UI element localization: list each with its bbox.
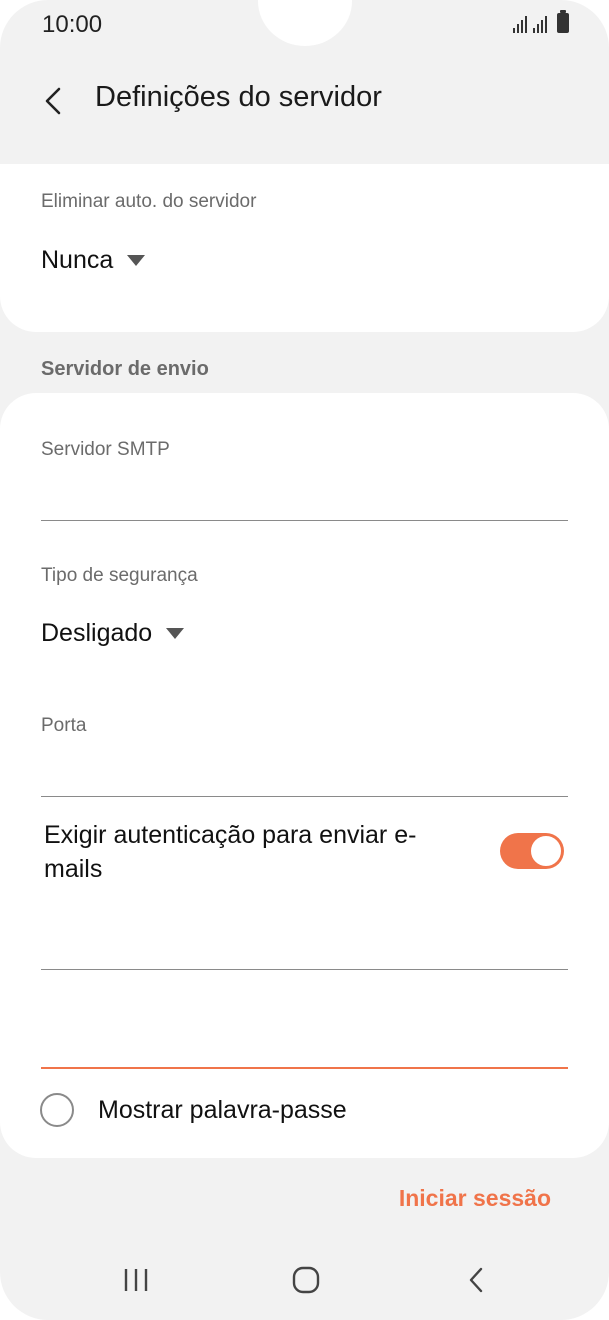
back-button[interactable] — [30, 78, 76, 124]
security-type-dropdown[interactable]: Desligado — [41, 619, 185, 648]
recents-button[interactable] — [106, 1258, 166, 1302]
show-password-option[interactable]: Mostrar palavra-passe — [40, 1093, 347, 1127]
incoming-settings-card: Eliminar auto. do servidor Nunca — [0, 164, 609, 332]
system-navigation-bar — [0, 1240, 609, 1320]
status-bar: 10:00 — [0, 0, 609, 50]
signal-icon-2 — [533, 15, 547, 33]
login-button[interactable]: Iniciar sessão — [399, 1185, 551, 1212]
page-title: Definições do servidor — [95, 81, 382, 113]
system-back-button[interactable] — [446, 1258, 506, 1302]
caret-down-icon — [166, 628, 185, 639]
delete-from-server-label: Eliminar auto. do servidor — [41, 191, 257, 212]
status-time: 10:00 — [42, 11, 103, 38]
port-label: Porta — [41, 715, 87, 736]
home-icon — [292, 1266, 320, 1294]
caret-down-icon — [127, 255, 146, 266]
smtp-server-input[interactable] — [41, 485, 568, 521]
require-auth-label: Exigir autenticação para enviar e-mails — [44, 821, 417, 883]
home-button[interactable] — [276, 1258, 336, 1302]
password-input[interactable] — [41, 1033, 568, 1069]
phone-screen: 10:00 Definições do servidor Eliminar au… — [0, 0, 609, 1320]
show-password-radio[interactable] — [40, 1093, 74, 1127]
delete-from-server-dropdown[interactable]: Nunca — [41, 246, 146, 275]
chevron-left-icon — [469, 1267, 483, 1293]
signal-icon — [513, 15, 527, 33]
smtp-server-label: Servidor SMTP — [41, 439, 170, 460]
show-password-label: Mostrar palavra-passe — [98, 1095, 347, 1124]
security-type-label: Tipo de segurança — [41, 565, 198, 586]
chevron-left-icon — [45, 87, 61, 115]
port-input[interactable] — [41, 761, 568, 797]
app-header: Definições do servidor — [0, 60, 609, 140]
username-input[interactable] — [41, 934, 568, 970]
require-auth-toggle[interactable] — [500, 833, 564, 869]
status-icons — [513, 10, 569, 33]
outgoing-settings-card: Servidor SMTP Tipo de segurança Desligad… — [0, 393, 609, 1158]
security-type-value: Desligado — [41, 619, 153, 647]
recents-icon — [124, 1269, 148, 1291]
toggle-knob — [530, 835, 562, 867]
outgoing-section-title: Servidor de envio — [41, 358, 209, 380]
battery-icon — [557, 10, 569, 33]
delete-from-server-value: Nunca — [41, 246, 114, 274]
